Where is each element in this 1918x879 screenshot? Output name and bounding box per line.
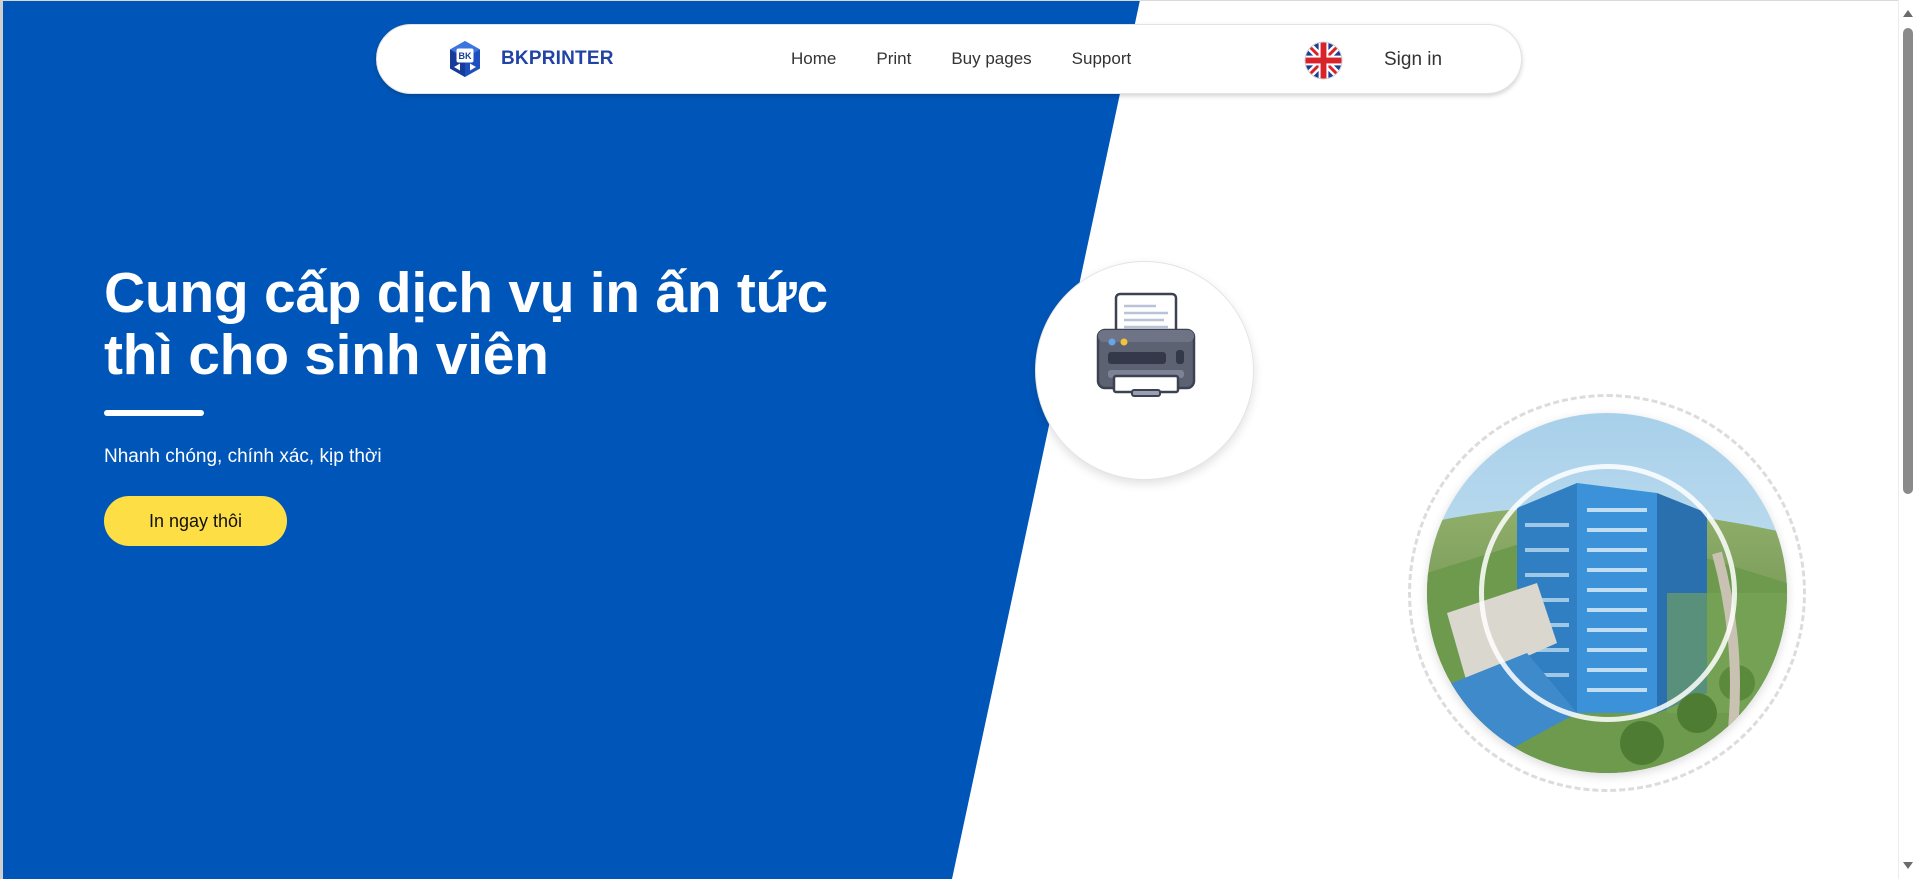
nav-link-buy-pages[interactable]: Buy pages — [951, 49, 1031, 69]
brand-name: BKPRINTER — [501, 48, 614, 69]
navbar: BK BKPRINTER Home Print Buy pages Suppor… — [376, 24, 1522, 94]
campus-image-inner-ring — [1479, 464, 1737, 722]
nav-links: Home Print Buy pages Support — [791, 49, 1131, 69]
scroll-down-arrow-icon[interactable] — [1903, 862, 1913, 869]
uk-flag-icon[interactable] — [1304, 41, 1343, 80]
printer-bubble — [1035, 261, 1254, 480]
vertical-scrollbar[interactable] — [1898, 0, 1918, 879]
window-left-border — [0, 0, 3, 879]
print-now-button[interactable]: In ngay thôi — [104, 496, 287, 546]
sign-in-link[interactable]: Sign in — [1384, 49, 1442, 71]
nav-link-print[interactable]: Print — [876, 49, 911, 69]
bk-logo-icon: BK — [450, 41, 480, 77]
nav-link-support[interactable]: Support — [1072, 49, 1132, 69]
logo-text: BK — [459, 51, 472, 61]
brand[interactable]: BK BKPRINTER — [445, 39, 614, 79]
printer-icon — [1096, 292, 1196, 397]
window-top-border — [0, 0, 1898, 1]
scroll-up-arrow-icon[interactable] — [1903, 10, 1913, 17]
hero-divider — [104, 410, 204, 416]
scroll-thumb[interactable] — [1903, 28, 1913, 494]
hero-subtitle: Nhanh chóng, chính xác, kịp thời — [104, 446, 382, 467]
page: BK BKPRINTER Home Print Buy pages Suppor… — [0, 0, 1918, 879]
nav-link-home[interactable]: Home — [791, 49, 836, 69]
hero-title: Cung cấp dịch vụ in ấn tức thì cho sinh … — [104, 261, 828, 387]
